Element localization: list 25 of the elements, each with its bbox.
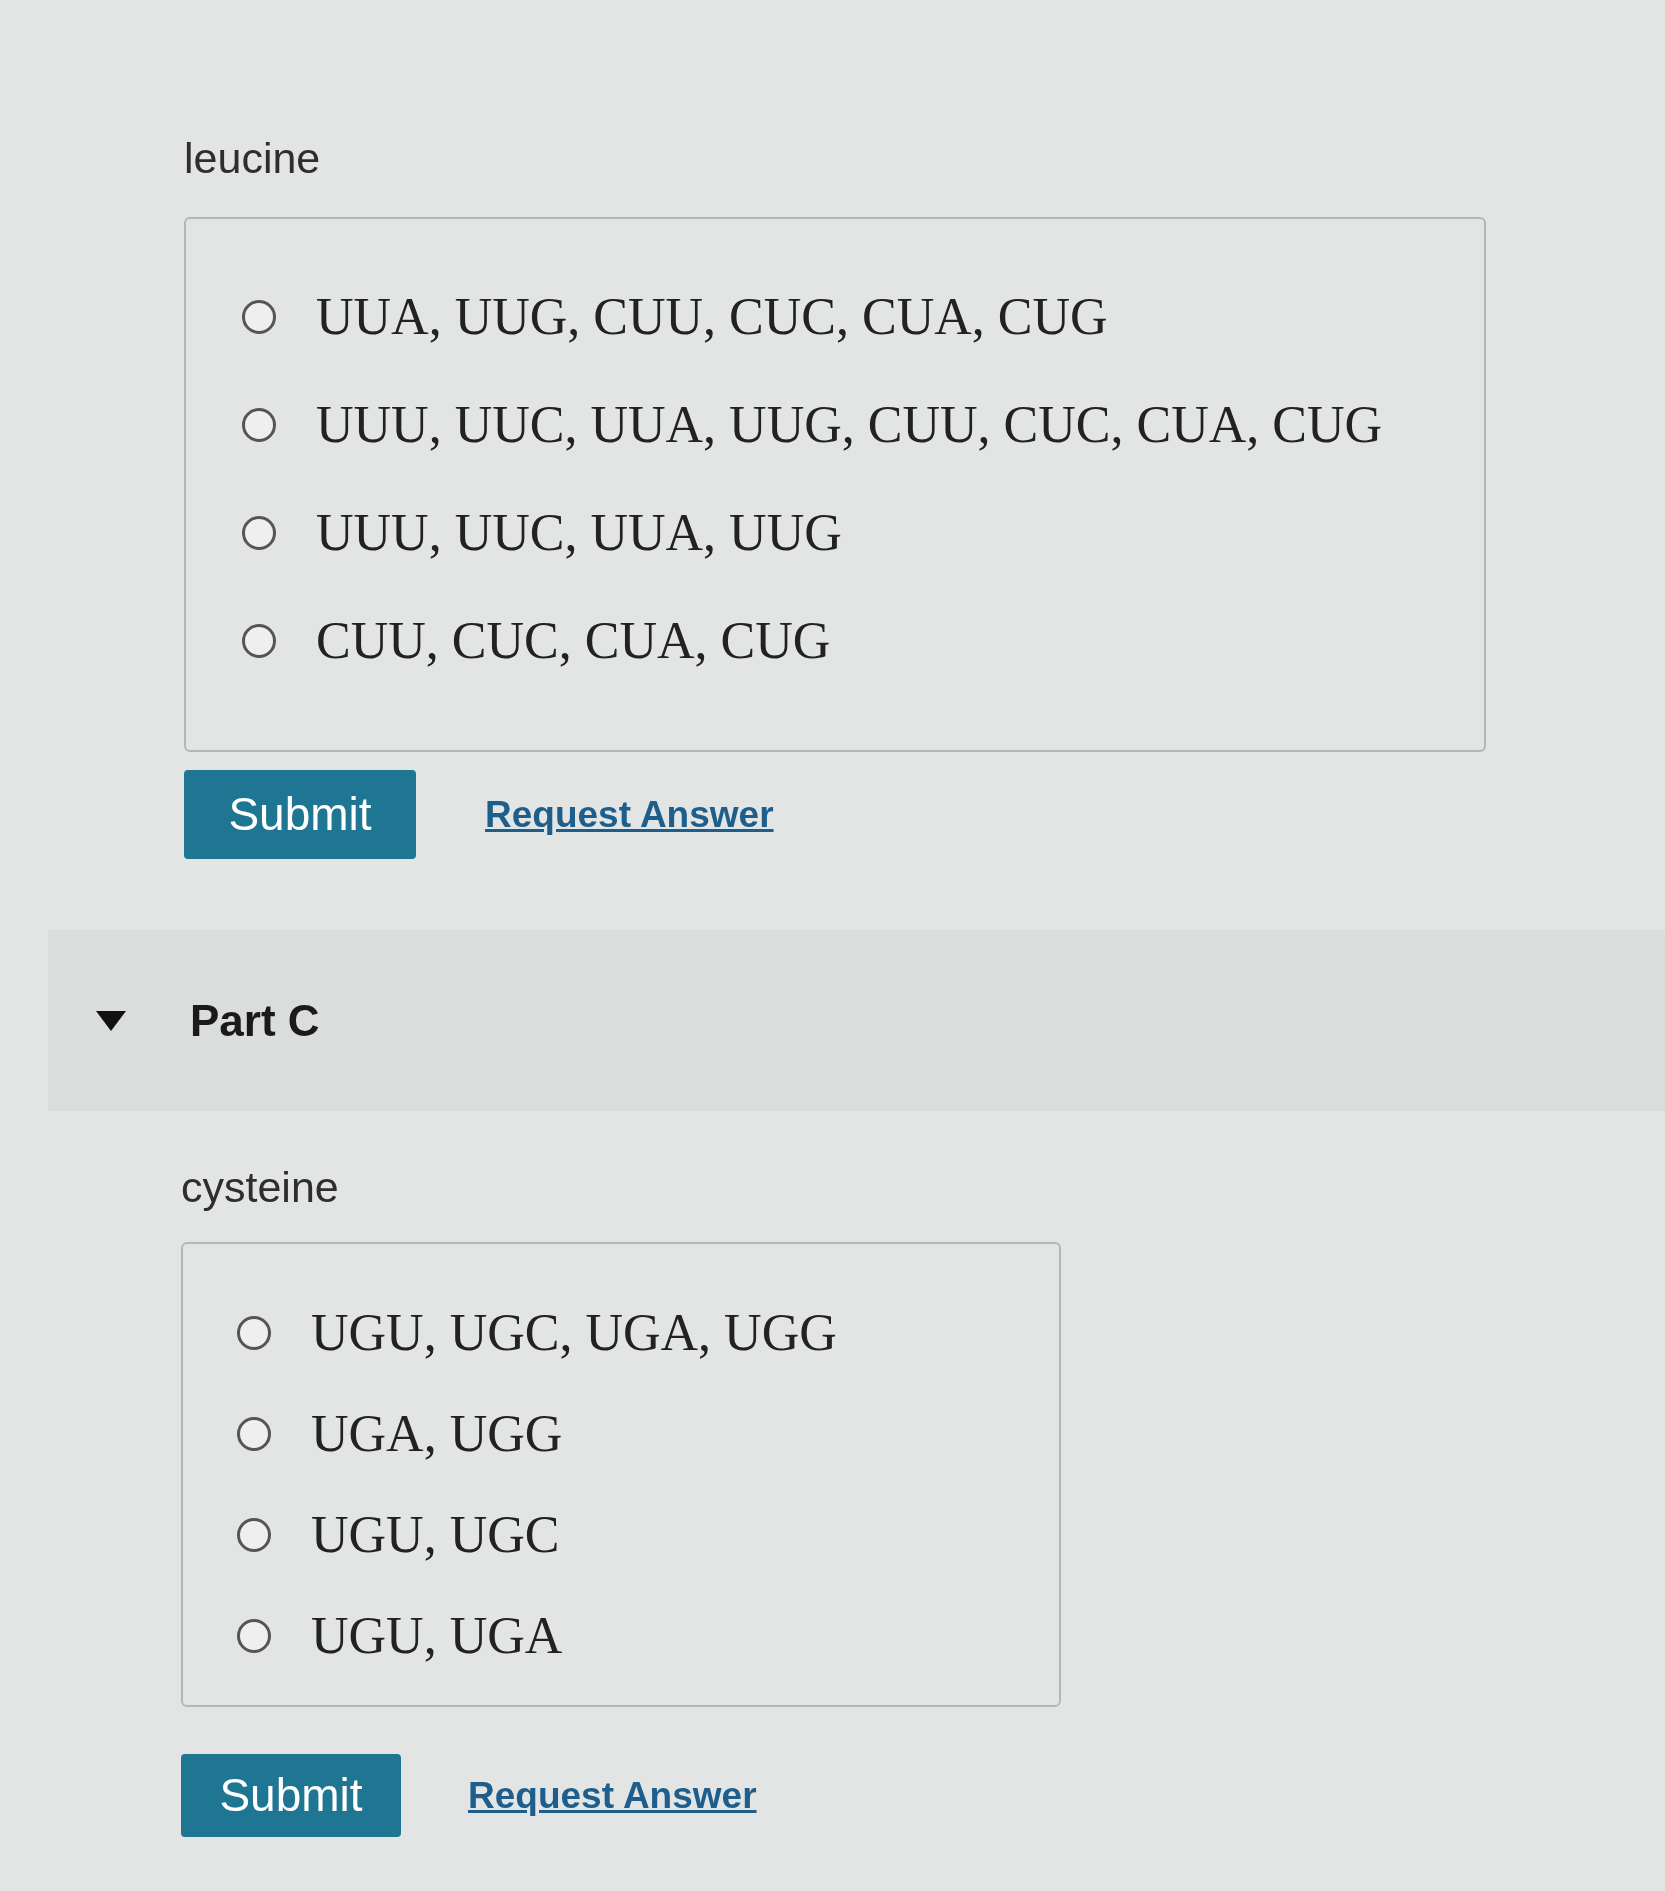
- radio-button[interactable]: [242, 516, 276, 550]
- question-prompt: cysteine: [181, 1163, 339, 1211]
- radio-button[interactable]: [237, 1315, 271, 1350]
- question-prompt: leucine: [184, 134, 321, 182]
- option-label[interactable]: UGU, UGA: [311, 1609, 563, 1662]
- caret-icon[interactable]: [96, 1010, 126, 1031]
- radio-button[interactable]: [237, 1618, 271, 1653]
- radio-button[interactable]: [242, 624, 276, 658]
- option-label[interactable]: UGU, UGC: [311, 1508, 560, 1561]
- radio-button[interactable]: [237, 1416, 271, 1451]
- request-answer-link[interactable]: Request Answer: [485, 786, 774, 843]
- radio-button[interactable]: [242, 300, 276, 334]
- option-label[interactable]: UGA, UGG: [311, 1407, 563, 1460]
- radio-button[interactable]: [242, 408, 276, 442]
- submit-button[interactable]: Submit: [181, 1754, 401, 1837]
- option-label[interactable]: CUU, CUC, CUA, CUG: [316, 615, 831, 667]
- part-title: Part C: [190, 998, 320, 1043]
- option-label[interactable]: UUU, UUC, UUA, UUG, CUU, CUC, CUA, CUG: [316, 399, 1383, 451]
- part-header[interactable]: Part C: [48, 930, 1665, 1111]
- option-label[interactable]: UUU, UUC, UUA, UUG: [316, 507, 842, 559]
- request-answer-link[interactable]: Request Answer: [468, 1767, 757, 1824]
- radio-button[interactable]: [237, 1517, 271, 1552]
- submit-button[interactable]: Submit: [184, 770, 416, 859]
- option-label[interactable]: UGU, UGC, UGA, UGG: [311, 1306, 837, 1359]
- option-label[interactable]: UUA, UUG, CUU, CUC, CUA, CUG: [316, 291, 1108, 343]
